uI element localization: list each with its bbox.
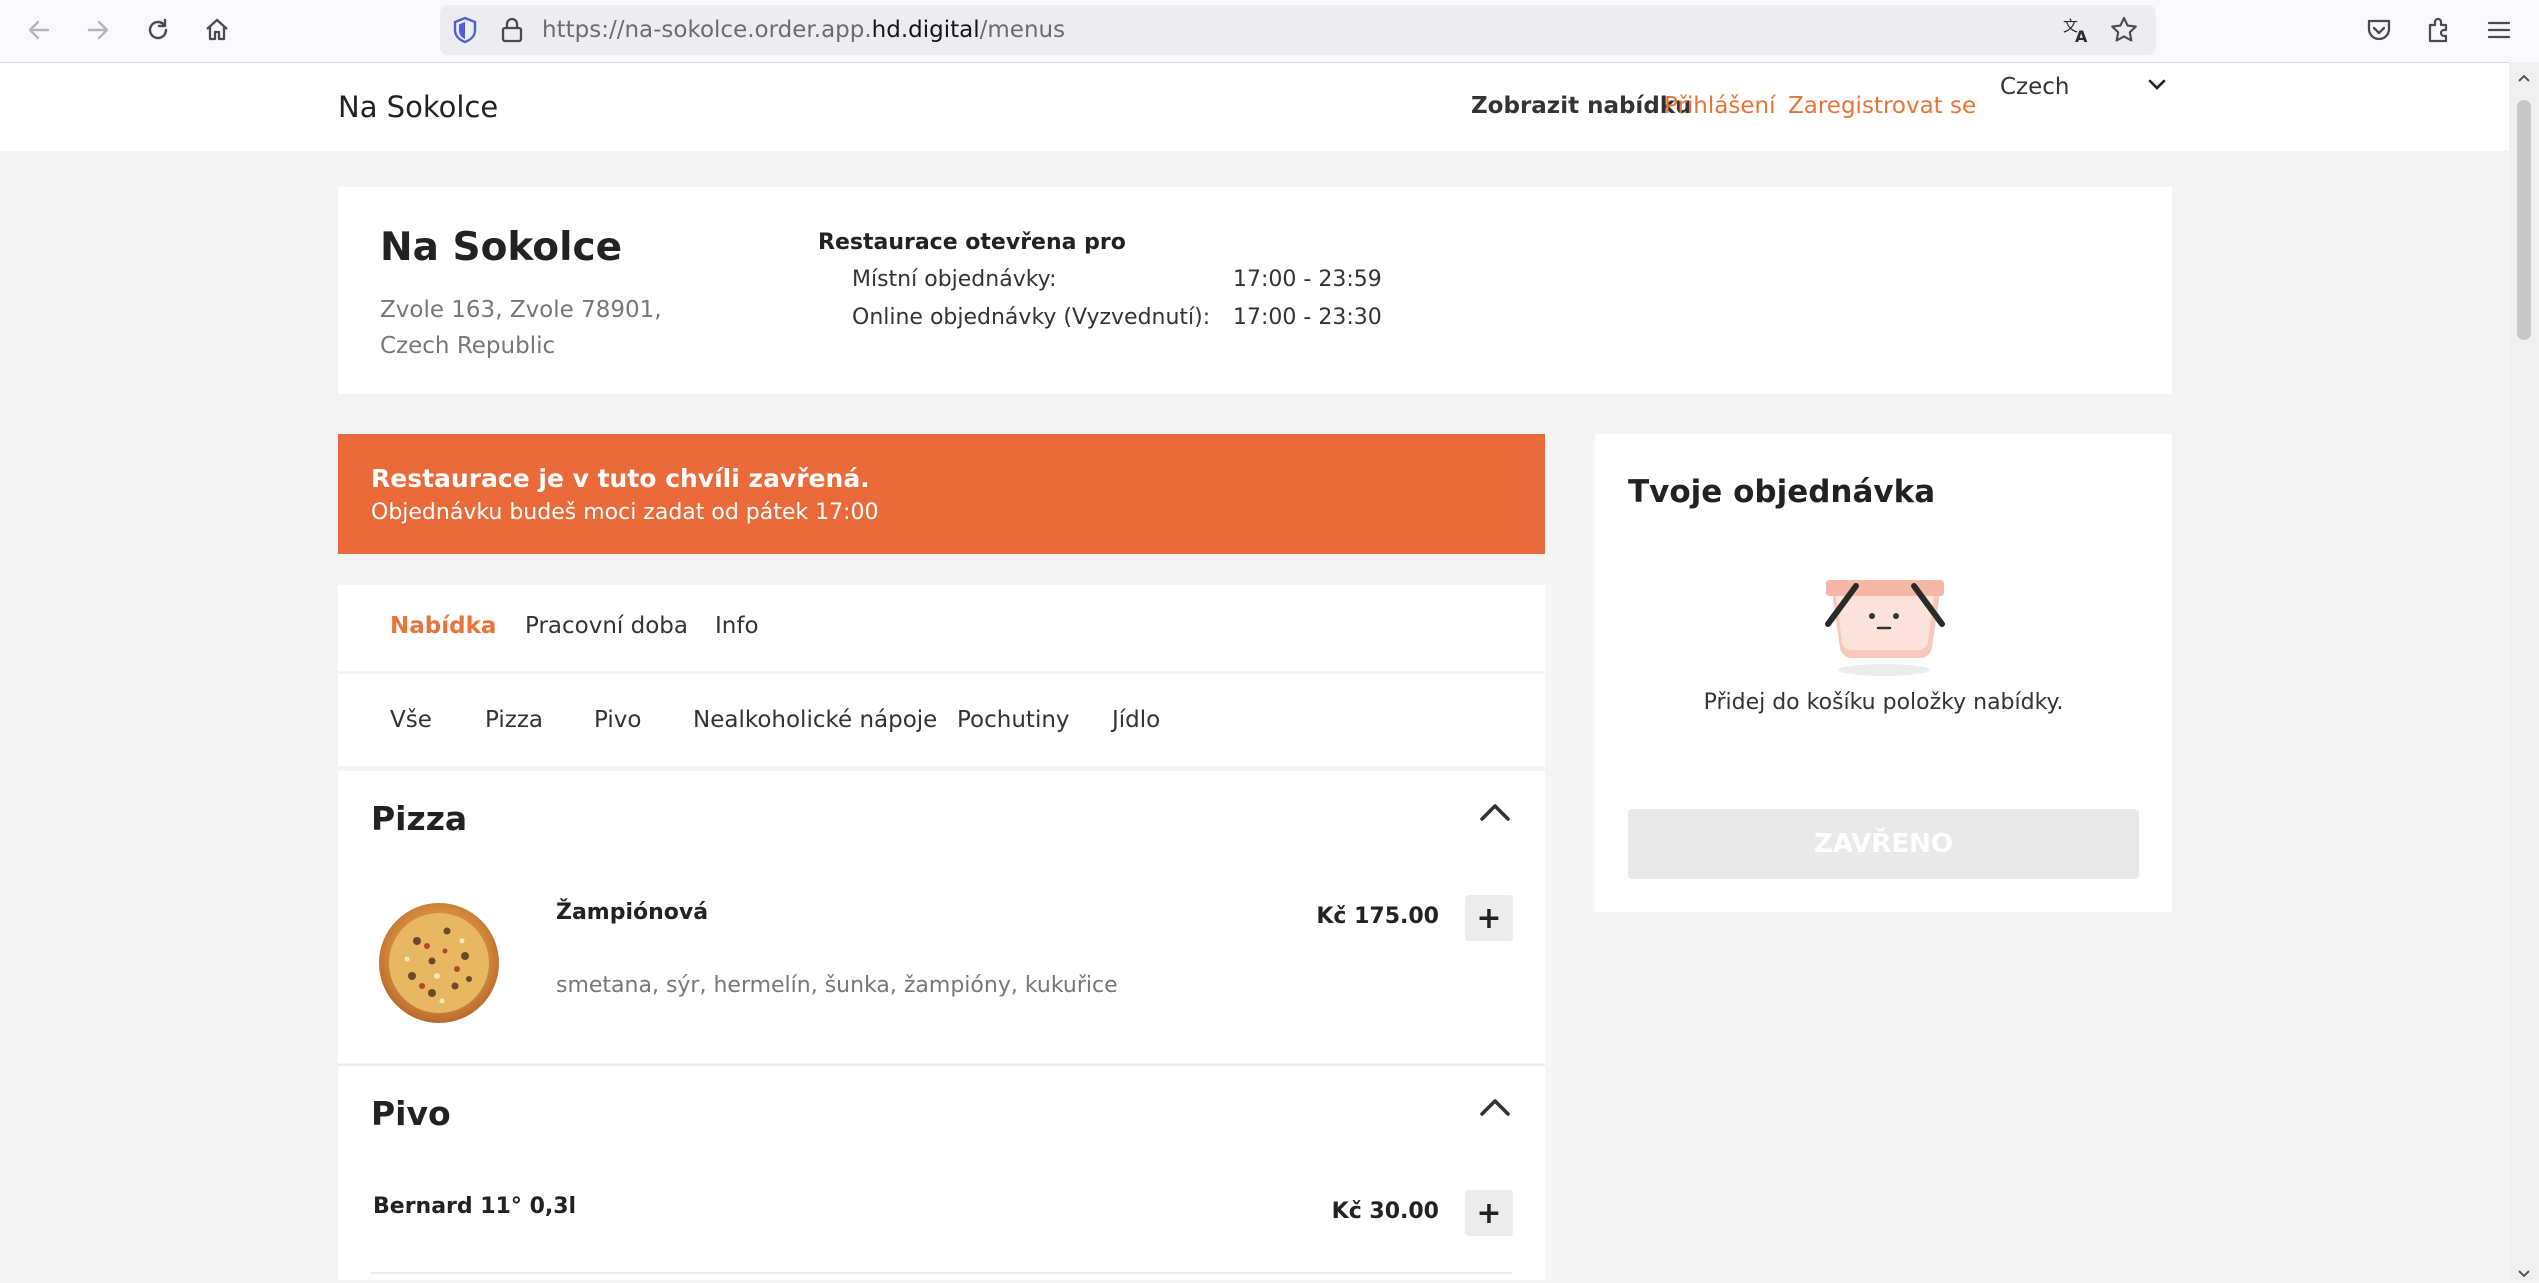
nav-register[interactable]: Zaregistrovat se: [1788, 93, 1976, 119]
hours-label-local: Místní objednávky:: [852, 267, 1057, 292]
item-price: Kč 30.00: [1331, 1199, 1439, 1224]
pizza-image[interactable]: [377, 901, 501, 1029]
url-text[interactable]: https://na-sokolce.order.app.hd.digital/…: [542, 17, 1065, 43]
category-food[interactable]: Jídlo: [1112, 707, 1160, 733]
order-panel: Tvoje objednávka Přidej do košíku položk…: [1595, 434, 2172, 912]
category-soft-drinks[interactable]: Nealkoholické nápoje: [693, 707, 937, 733]
extensions-icon[interactable]: [2422, 13, 2456, 47]
tab-info[interactable]: Info: [715, 613, 759, 639]
hours-label-online: Online objednávky (Vyzvednutí):: [852, 305, 1211, 330]
home-icon[interactable]: [199, 12, 235, 48]
item-name[interactable]: Žampiónová: [556, 900, 708, 925]
restaurant-info-card: Na Sokolce Zvole 163, Zvole 78901, Czech…: [338, 187, 2172, 394]
closed-banner: Restaurace je v tuto chvíli zavřená. Obj…: [338, 434, 1545, 554]
checkout-closed-button[interactable]: ZAVŘENO: [1628, 809, 2139, 879]
chevron-up-icon[interactable]: [1479, 801, 1511, 827]
category-beer[interactable]: Pivo: [594, 707, 641, 733]
site-header: Na Sokolce Zobrazit nabídku Přihlášení Z…: [0, 63, 2509, 151]
tab-menu[interactable]: Nabídka: [390, 613, 496, 639]
item-price: Kč 175.00: [1316, 904, 1439, 929]
nav-show-menu[interactable]: Zobrazit nabídku: [1471, 93, 1691, 119]
shield-icon[interactable]: [448, 13, 482, 47]
back-icon[interactable]: [21, 12, 57, 48]
main-tabs: Nabídka Pracovní doba Info: [338, 585, 1545, 671]
category-pizza[interactable]: Pizza: [485, 707, 543, 733]
url-domain: hd.digital: [871, 17, 980, 43]
browser-toolbar: https://na-sokolce.order.app.hd.digital/…: [0, 0, 2539, 63]
menu-hamburger-icon[interactable]: [2482, 13, 2516, 47]
hours-value-local: 17:00 - 23:59: [1233, 267, 1382, 292]
menu-section-pizza: Pizza Žampiónová smetana, sýr, hermelín,…: [338, 771, 1545, 1063]
opening-hours-title: Restaurace otevřena pro: [818, 230, 1126, 255]
svg-text:A: A: [2075, 27, 2088, 45]
category-snacks[interactable]: Pochutiny: [957, 707, 1070, 733]
pocket-icon[interactable]: [2362, 13, 2396, 47]
address-bar[interactable]: https://na-sokolce.order.app.hd.digital/…: [440, 5, 2156, 55]
forward-icon[interactable]: [80, 12, 116, 48]
translate-icon[interactable]: 文A: [2060, 13, 2094, 47]
url-suffix: /menus: [979, 17, 1066, 43]
banner-subtitle: Objednávku budeš moci zadat od pátek 17:…: [371, 500, 879, 525]
tab-opening-hours[interactable]: Pracovní doba: [525, 613, 688, 639]
item-divider: [371, 1272, 1512, 1274]
scroll-up-icon[interactable]: [2517, 68, 2531, 87]
add-to-cart-button[interactable]: +: [1465, 1190, 1513, 1236]
nav-login[interactable]: Přihlášení: [1664, 93, 1775, 119]
empty-cart-message: Přidej do košíku položky nabídky.: [1703, 690, 2064, 715]
menu-section-beer: Pivo Bernard 11° 0,3l Kč 30.00 +: [338, 1066, 1545, 1280]
restaurant-address: Zvole 163, Zvole 78901, Czech Republic: [380, 297, 662, 359]
page-scrollbar[interactable]: [2509, 62, 2539, 1280]
bookmark-star-icon[interactable]: [2107, 13, 2141, 47]
add-to-cart-button[interactable]: +: [1465, 895, 1513, 941]
language-select[interactable]: Czech: [2000, 74, 2070, 100]
item-name[interactable]: Bernard 11° 0,3l: [373, 1194, 576, 1219]
item-description: smetana, sýr, hermelín, šunka, žampióny,…: [556, 973, 1118, 998]
scrollbar-thumb[interactable]: [2517, 100, 2531, 340]
banner-title: Restaurace je v tuto chvíli zavřená.: [371, 464, 870, 493]
restaurant-name: Na Sokolce: [380, 225, 623, 270]
category-bar: Vše Pizza Pivo Nealkoholické nápoje Poch…: [338, 674, 1545, 766]
reload-icon[interactable]: [140, 12, 176, 48]
url-prefix: https://na-sokolce.order.app.: [542, 17, 872, 43]
hours-value-online: 17:00 - 23:30: [1233, 305, 1382, 330]
chevron-down-icon[interactable]: [2147, 77, 2167, 96]
brand-name[interactable]: Na Sokolce: [338, 90, 498, 124]
order-title: Tvoje objednávka: [1628, 474, 1936, 510]
section-title: Pizza: [371, 799, 468, 838]
empty-basket-icon: [1820, 566, 1950, 682]
category-all[interactable]: Vše: [390, 707, 432, 733]
lock-icon[interactable]: [495, 13, 529, 47]
chevron-up-icon[interactable]: [1479, 1096, 1511, 1122]
scroll-down-icon[interactable]: [2517, 1264, 2531, 1283]
section-title: Pivo: [371, 1094, 451, 1133]
